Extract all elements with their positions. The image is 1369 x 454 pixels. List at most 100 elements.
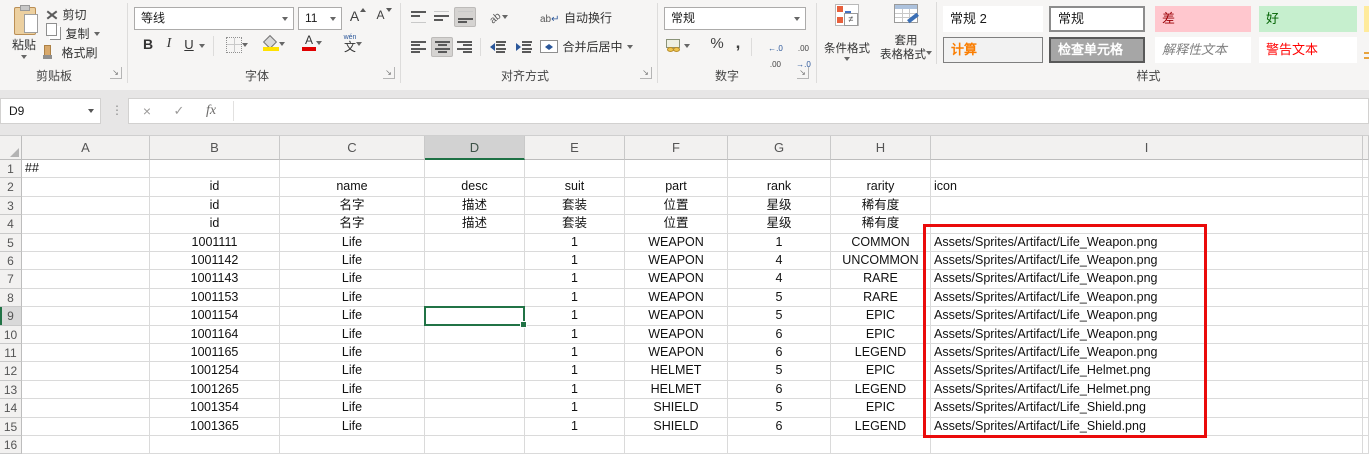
fill-color-button[interactable]	[258, 35, 290, 53]
cell-A6[interactable]	[22, 252, 150, 270]
column-header-D[interactable]: D	[425, 136, 525, 160]
cell-C2[interactable]: name	[280, 178, 425, 196]
formula-bar-drag-handle[interactable]: ⋮	[111, 103, 123, 117]
cell-H13[interactable]: LEGEND	[831, 381, 931, 399]
cell-D15[interactable]	[425, 418, 525, 436]
cell-stub-1[interactable]	[1363, 160, 1369, 178]
cell-E15[interactable]: 1	[525, 418, 625, 436]
cell-F7[interactable]: WEAPON	[625, 270, 728, 288]
accounting-dropdown-icon[interactable]	[684, 44, 690, 48]
column-header-I[interactable]: I	[931, 136, 1363, 160]
cell-B5[interactable]: 1001111	[150, 234, 280, 252]
cell-E13[interactable]: 1	[525, 381, 625, 399]
cell-D10[interactable]	[425, 326, 525, 344]
cell-I1[interactable]	[931, 160, 1363, 178]
cell-B6[interactable]: 1001142	[150, 252, 280, 270]
cell-stub-5[interactable]	[1363, 234, 1369, 252]
cell-C7[interactable]: Life	[280, 270, 425, 288]
cell-B3[interactable]: id	[150, 197, 280, 215]
name-box[interactable]: D9	[0, 98, 101, 124]
cell-H7[interactable]: RARE	[831, 270, 931, 288]
cell-F8[interactable]: WEAPON	[625, 289, 728, 307]
phonetic-dropdown-icon[interactable]	[356, 42, 362, 46]
cell-C12[interactable]: Life	[280, 362, 425, 380]
row-header-16[interactable]: 16	[0, 436, 22, 454]
cell-H16[interactable]	[831, 436, 931, 454]
conditional-formatting-dropdown-icon[interactable]	[844, 57, 850, 61]
cell-stub-7[interactable]	[1363, 270, 1369, 288]
cell-H1[interactable]	[831, 160, 931, 178]
row-header-10[interactable]: 10	[0, 326, 22, 344]
cell-stub-2[interactable]	[1363, 178, 1369, 196]
cell-H4[interactable]: 稀有度	[831, 215, 931, 233]
cell-D16[interactable]	[425, 436, 525, 454]
cell-E1[interactable]	[525, 160, 625, 178]
cell-style-normal-selected[interactable]: 常规	[1049, 6, 1145, 32]
cell-A7[interactable]	[22, 270, 150, 288]
underline-dropdown-icon[interactable]	[199, 44, 205, 48]
fill-color-dropdown-icon[interactable]	[279, 42, 285, 46]
format-painter-button[interactable]: 格式刷	[44, 44, 124, 62]
cell-C3[interactable]: 名字	[280, 197, 425, 215]
cell-G9[interactable]: 5	[728, 307, 831, 325]
cell-A2[interactable]	[22, 178, 150, 196]
cell-D4[interactable]: 描述	[425, 215, 525, 233]
cell-E5[interactable]: 1	[525, 234, 625, 252]
column-header-A[interactable]: A	[22, 136, 150, 160]
row-header-6[interactable]: 6	[0, 252, 22, 270]
cell-B1[interactable]	[150, 160, 280, 178]
cell-C15[interactable]: Life	[280, 418, 425, 436]
font-size-dropdown-icon[interactable]	[330, 17, 336, 21]
cell-H12[interactable]: EPIC	[831, 362, 931, 380]
cell-stub-13[interactable]	[1363, 381, 1369, 399]
cell-G4[interactable]: 星级	[728, 215, 831, 233]
cell-G14[interactable]: 5	[728, 399, 831, 417]
cell-F14[interactable]: SHIELD	[625, 399, 728, 417]
cell-stub-4[interactable]	[1363, 215, 1369, 233]
shrink-font-button[interactable]: A	[372, 8, 396, 22]
cell-E9[interactable]: 1	[525, 307, 625, 325]
cell-B10[interactable]: 1001164	[150, 326, 280, 344]
phonetic-button[interactable]: wén 文	[336, 34, 370, 53]
cell-D5[interactable]	[425, 234, 525, 252]
cell-A1[interactable]: ##	[22, 160, 150, 178]
cell-D6[interactable]	[425, 252, 525, 270]
cell-style-normal2[interactable]: 常规 2	[943, 6, 1043, 32]
align-right-button[interactable]	[454, 38, 474, 56]
align-bottom-button[interactable]	[454, 7, 476, 27]
row-header-12[interactable]: 12	[0, 362, 22, 380]
cell-B16[interactable]	[150, 436, 280, 454]
cell-A15[interactable]	[22, 418, 150, 436]
cell-stub-14[interactable]	[1363, 399, 1369, 417]
increase-indent-button[interactable]	[513, 38, 535, 56]
cell-A3[interactable]	[22, 197, 150, 215]
cell-C5[interactable]: Life	[280, 234, 425, 252]
cell-A16[interactable]	[22, 436, 150, 454]
row-header-1[interactable]: 1	[0, 160, 22, 178]
cell-F2[interactable]: part	[625, 178, 728, 196]
cell-D14[interactable]	[425, 399, 525, 417]
cell-stub-3[interactable]	[1363, 197, 1369, 215]
cancel-button[interactable]: ×	[135, 99, 159, 123]
cell-style-partial-mid[interactable]	[1364, 6, 1369, 32]
font-size-combo[interactable]: 11	[298, 7, 342, 30]
cell-C4[interactable]: 名字	[280, 215, 425, 233]
cell-G6[interactable]: 4	[728, 252, 831, 270]
cell-H3[interactable]: 稀有度	[831, 197, 931, 215]
cell-G15[interactable]: 6	[728, 418, 831, 436]
cell-C1[interactable]	[280, 160, 425, 178]
row-header-9[interactable]: 9	[0, 307, 22, 325]
cell-H2[interactable]: rarity	[831, 178, 931, 196]
cell-H5[interactable]: COMMON	[831, 234, 931, 252]
font-dialog-launcher-icon[interactable]: ↘	[383, 67, 395, 79]
cell-F16[interactable]	[625, 436, 728, 454]
cell-H6[interactable]: UNCOMMON	[831, 252, 931, 270]
alignment-dialog-launcher-icon[interactable]: ↘	[640, 67, 652, 79]
cell-A12[interactable]	[22, 362, 150, 380]
row-header-7[interactable]: 7	[0, 270, 22, 288]
cell-G3[interactable]: 星级	[728, 197, 831, 215]
cell-F4[interactable]: 位置	[625, 215, 728, 233]
comma-style-button[interactable]: ,	[729, 33, 747, 53]
cell-F3[interactable]: 位置	[625, 197, 728, 215]
cell-B8[interactable]: 1001153	[150, 289, 280, 307]
